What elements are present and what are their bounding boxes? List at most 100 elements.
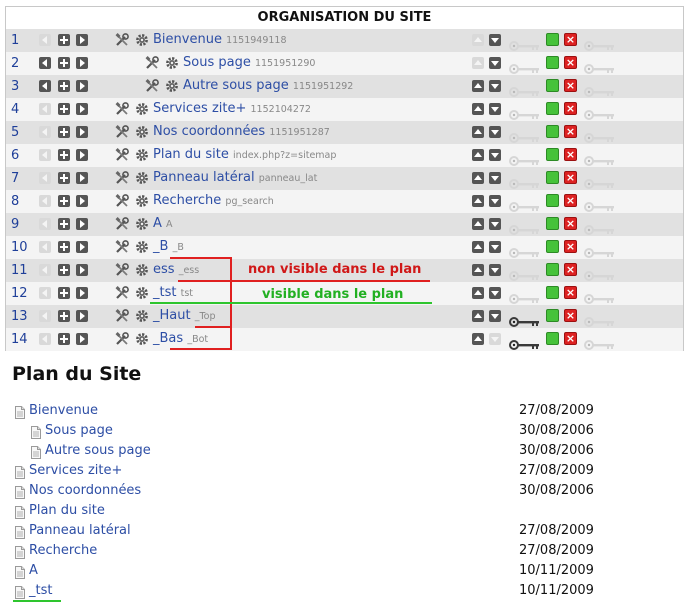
page-title-link[interactable]: Services zite+ 1152104272 <box>153 101 311 116</box>
down-arrow-icon[interactable] <box>489 149 501 161</box>
right-arrow-icon[interactable] <box>76 34 88 46</box>
green-square-icon[interactable] <box>546 332 559 345</box>
plus-icon[interactable] <box>58 218 70 230</box>
sitemap-link[interactable]: Services zite+ <box>29 463 122 478</box>
page-title-link[interactable]: A A <box>153 216 173 231</box>
page-title-text[interactable]: _tst <box>153 285 176 300</box>
right-arrow-icon[interactable] <box>76 264 88 276</box>
green-square-icon[interactable] <box>546 240 559 253</box>
green-square-icon[interactable] <box>546 309 559 322</box>
gear-icon[interactable] <box>165 78 179 92</box>
tools-icon[interactable] <box>114 262 130 278</box>
page-title-text[interactable]: Services zite+ <box>153 101 246 116</box>
tools-icon[interactable] <box>114 101 130 117</box>
gear-icon[interactable] <box>135 147 149 161</box>
down-arrow-icon[interactable] <box>489 264 501 276</box>
key-icon[interactable] <box>584 335 616 354</box>
delete-icon[interactable]: × <box>564 286 577 299</box>
down-arrow-icon[interactable] <box>489 80 501 92</box>
up-arrow-icon[interactable] <box>472 126 484 138</box>
delete-icon[interactable]: × <box>564 125 577 138</box>
right-arrow-icon[interactable] <box>76 80 88 92</box>
sitemap-link[interactable]: Nos coordonnées <box>29 483 141 498</box>
page-title-link[interactable]: _tst tst <box>153 285 193 300</box>
up-arrow-icon[interactable] <box>472 195 484 207</box>
plus-icon[interactable] <box>58 34 70 46</box>
tools-icon[interactable] <box>144 55 160 71</box>
up-arrow-icon[interactable] <box>472 287 484 299</box>
gear-icon[interactable] <box>135 101 149 115</box>
page-title-text[interactable]: Panneau latéral <box>153 170 255 185</box>
tools-icon[interactable] <box>114 285 130 301</box>
tools-icon[interactable] <box>114 193 130 209</box>
tools-icon[interactable] <box>114 124 130 140</box>
plus-icon[interactable] <box>58 126 70 138</box>
page-title-text[interactable]: ess <box>153 262 175 277</box>
delete-icon[interactable]: × <box>564 79 577 92</box>
up-arrow-icon[interactable] <box>472 264 484 276</box>
page-title-text[interactable]: Recherche <box>153 193 221 208</box>
green-square-icon[interactable] <box>546 148 559 161</box>
right-arrow-icon[interactable] <box>76 218 88 230</box>
page-title-text[interactable]: _B <box>153 239 168 254</box>
tools-icon[interactable] <box>114 331 130 347</box>
page-title-link[interactable]: Plan du site index.php?z=sitemap <box>153 147 336 162</box>
page-title-link[interactable]: Panneau latéral panneau_lat <box>153 170 317 185</box>
gear-icon[interactable] <box>135 193 149 207</box>
plus-icon[interactable] <box>58 149 70 161</box>
tools-icon[interactable] <box>144 78 160 94</box>
gear-icon[interactable] <box>135 170 149 184</box>
plus-icon[interactable] <box>58 103 70 115</box>
right-arrow-icon[interactable] <box>76 103 88 115</box>
plus-icon[interactable] <box>58 80 70 92</box>
sitemap-link[interactable]: A <box>29 563 38 578</box>
page-title-text[interactable]: Plan du site <box>153 147 229 162</box>
right-arrow-icon[interactable] <box>76 333 88 345</box>
sitemap-link[interactable]: Recherche <box>29 543 97 558</box>
page-title-link[interactable]: _Bas _Bot <box>153 331 208 346</box>
plus-icon[interactable] <box>58 310 70 322</box>
down-arrow-icon[interactable] <box>489 34 501 46</box>
plus-icon[interactable] <box>58 172 70 184</box>
sitemap-link[interactable]: Bienvenue <box>29 403 98 418</box>
delete-icon[interactable]: × <box>564 309 577 322</box>
up-arrow-icon[interactable] <box>472 103 484 115</box>
delete-icon[interactable]: × <box>564 102 577 115</box>
green-square-icon[interactable] <box>546 171 559 184</box>
green-square-icon[interactable] <box>546 286 559 299</box>
delete-icon[interactable]: × <box>564 240 577 253</box>
down-arrow-icon[interactable] <box>489 195 501 207</box>
green-square-icon[interactable] <box>546 102 559 115</box>
tools-icon[interactable] <box>114 32 130 48</box>
right-arrow-icon[interactable] <box>76 57 88 69</box>
plus-icon[interactable] <box>58 287 70 299</box>
sitemap-link[interactable]: _tst <box>29 583 52 598</box>
page-title-link[interactable]: Recherche pg_search <box>153 193 274 208</box>
page-title-text[interactable]: Nos coordonnées <box>153 124 265 139</box>
right-arrow-icon[interactable] <box>76 287 88 299</box>
delete-icon[interactable]: × <box>564 171 577 184</box>
delete-icon[interactable]: × <box>564 332 577 345</box>
tools-icon[interactable] <box>114 170 130 186</box>
plus-icon[interactable] <box>58 264 70 276</box>
tools-icon[interactable] <box>114 239 130 255</box>
delete-icon[interactable]: × <box>564 33 577 46</box>
delete-icon[interactable]: × <box>564 56 577 69</box>
right-arrow-icon[interactable] <box>76 310 88 322</box>
plus-icon[interactable] <box>58 195 70 207</box>
plus-icon[interactable] <box>58 57 70 69</box>
sitemap-link[interactable]: Sous page <box>45 423 113 438</box>
right-arrow-icon[interactable] <box>76 241 88 253</box>
gear-icon[interactable] <box>135 308 149 322</box>
page-title-link[interactable]: Bienvenue 1151949118 <box>153 32 287 47</box>
green-square-icon[interactable] <box>546 56 559 69</box>
up-arrow-icon[interactable] <box>472 310 484 322</box>
green-square-icon[interactable] <box>546 33 559 46</box>
sitemap-link[interactable]: Plan du site <box>29 503 105 518</box>
right-arrow-icon[interactable] <box>76 172 88 184</box>
up-arrow-icon[interactable] <box>472 241 484 253</box>
gear-icon[interactable] <box>135 216 149 230</box>
right-arrow-icon[interactable] <box>76 149 88 161</box>
page-title-text[interactable]: Sous page <box>183 55 251 70</box>
up-arrow-icon[interactable] <box>472 333 484 345</box>
